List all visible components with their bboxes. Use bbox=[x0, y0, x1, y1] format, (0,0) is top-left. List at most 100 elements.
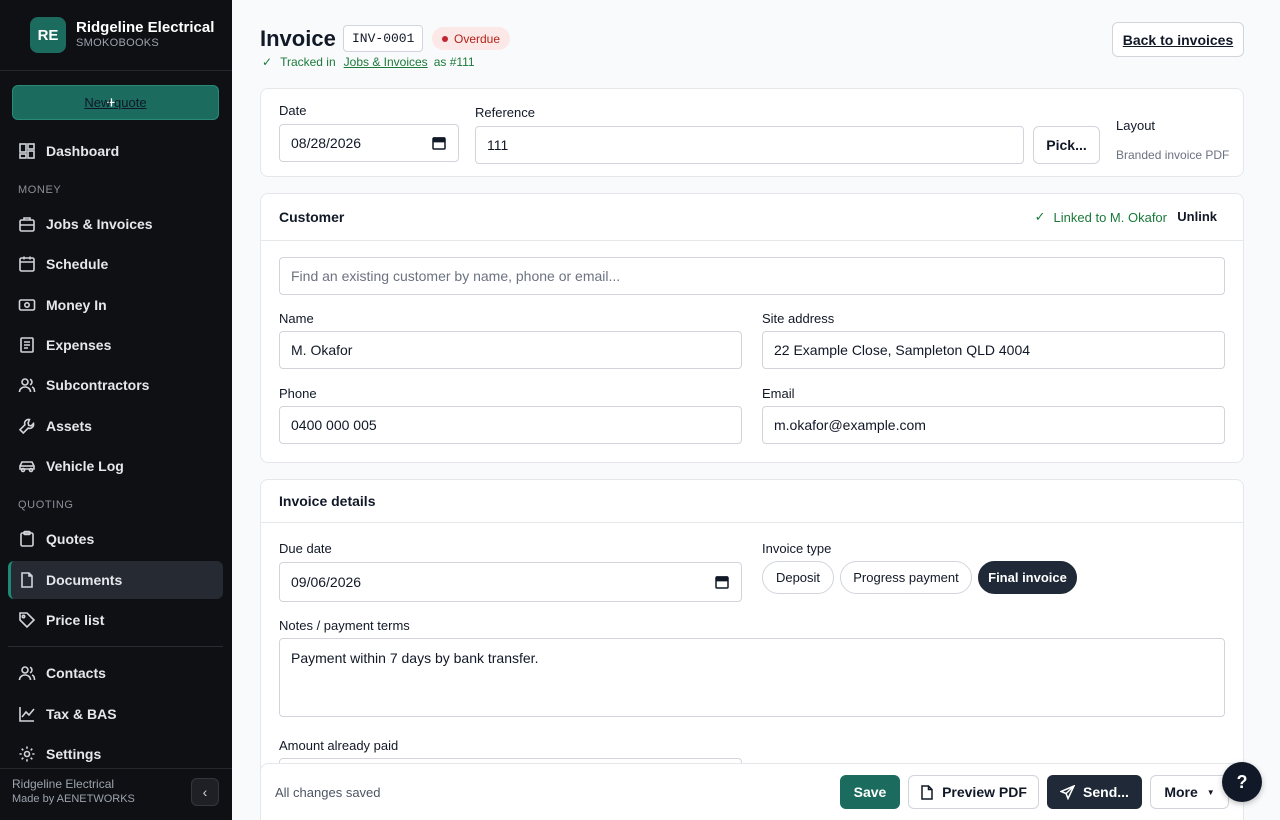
invoice-type-label: Invoice type bbox=[762, 541, 832, 556]
sidebar-item-label: Expenses bbox=[46, 337, 112, 353]
send-label: Send... bbox=[1083, 784, 1129, 800]
name-label: Name bbox=[279, 311, 314, 326]
main-content: Invoice INV-0001 Overdue ✓ Tracked in Jo… bbox=[232, 0, 1280, 820]
amount-paid-label: Amount already paid bbox=[279, 738, 399, 753]
sidebar-item-price-list[interactable]: Price list bbox=[8, 601, 223, 639]
due-date-field[interactable]: 09/06/2026 bbox=[279, 562, 742, 602]
customer-card: Customer ✓ Linked to M. Okafor Unlink Fi… bbox=[260, 193, 1244, 463]
calendar-icon[interactable] bbox=[715, 575, 729, 589]
customer-search-input[interactable]: Find an existing customer by name, phone… bbox=[279, 257, 1225, 295]
sidebar-item-quotes[interactable]: Quotes bbox=[8, 520, 223, 558]
status-dot-icon bbox=[442, 35, 448, 42]
sidebar-item-money-in[interactable]: Money In bbox=[8, 286, 223, 324]
sidebar-footer: Ridgeline Electrical Made by AENETWORKS … bbox=[0, 768, 232, 820]
calendar-icon bbox=[19, 256, 35, 272]
sidebar-item-label: Jobs & Invoices bbox=[46, 216, 153, 232]
site-address-field[interactable]: 22 Example Close, Sampleton QLD 4004 bbox=[762, 331, 1225, 369]
invoice-type-progress[interactable]: Progress payment bbox=[840, 561, 972, 594]
sidebar-item-label: Assets bbox=[46, 418, 92, 434]
status-badge: Overdue bbox=[432, 27, 511, 50]
wrench-icon bbox=[18, 418, 35, 435]
briefcase-icon bbox=[19, 217, 35, 232]
invoice-number: INV-0001 bbox=[343, 25, 424, 52]
phone-label: Phone bbox=[279, 386, 317, 401]
customer-heading: Customer ✓ Linked to M. Okafor Unlink bbox=[261, 194, 1243, 241]
gear-icon bbox=[19, 746, 35, 762]
footer-made-by: Made by AENETWORKS bbox=[12, 793, 135, 805]
invoice-type-deposit[interactable]: Deposit bbox=[762, 561, 834, 594]
invoice-type-final[interactable]: Final invoice bbox=[978, 561, 1077, 594]
notes-label: Notes / payment terms bbox=[279, 618, 410, 633]
tracked-info: ✓ Tracked in Jobs & Invoices as #111 bbox=[262, 55, 475, 69]
back-to-invoices-button[interactable]: Back to invoices bbox=[1112, 22, 1244, 57]
sidebar-item-schedule[interactable]: Schedule bbox=[8, 245, 223, 283]
reference-field[interactable]: 111 bbox=[475, 126, 1024, 164]
sidebar-item-subcontractors[interactable]: Subcontractors bbox=[8, 366, 223, 404]
date-field[interactable]: 08/28/2026 bbox=[279, 124, 459, 162]
sidebar-item-label: Price list bbox=[46, 612, 105, 628]
sidebar-item-label: Subcontractors bbox=[46, 377, 150, 393]
name-field[interactable]: M. Okafor bbox=[279, 331, 742, 369]
sidebar-item-contacts[interactable]: Contacts bbox=[8, 654, 223, 692]
brand-name: Ridgeline Electrical bbox=[76, 19, 215, 36]
new-quote-button[interactable]: + New quote bbox=[12, 85, 219, 120]
dashboard-icon bbox=[19, 143, 35, 159]
sidebar-item-expenses[interactable]: Expenses bbox=[8, 326, 223, 364]
brand-subtitle: SMOKOBOOKS bbox=[76, 37, 160, 49]
sidebar-item-label: Settings bbox=[46, 746, 102, 762]
save-button[interactable]: Save bbox=[840, 775, 900, 809]
chart-line-icon bbox=[19, 707, 35, 722]
invoice-details-card: Invoice details Due date 09/06/2026 Invo… bbox=[260, 479, 1244, 779]
jobs-invoices-link[interactable]: Jobs & Invoices bbox=[344, 55, 428, 69]
due-date-value: 09/06/2026 bbox=[291, 574, 362, 590]
phone-field[interactable]: 0400 000 005 bbox=[279, 406, 742, 444]
invoice-details-heading-label: Invoice details bbox=[279, 493, 376, 509]
unlink-button[interactable]: Unlink bbox=[1177, 209, 1217, 224]
brand-logo: RE bbox=[30, 17, 66, 53]
contacts-icon bbox=[18, 666, 36, 681]
tracked-suffix: as #111 bbox=[433, 55, 475, 69]
sidebar-item-label: Vehicle Log bbox=[46, 458, 124, 474]
tag-icon bbox=[19, 612, 36, 629]
save-status: All changes saved bbox=[275, 785, 381, 800]
layout-value[interactable]: Branded invoice PDF bbox=[1116, 148, 1229, 162]
calendar-icon[interactable] bbox=[432, 136, 446, 150]
section-quoting: QUOTING bbox=[18, 499, 74, 511]
sidebar-item-documents[interactable]: Documents bbox=[8, 561, 223, 599]
linked-label: Linked to M. Okafor bbox=[1053, 209, 1167, 225]
chevron-left-icon: ‹ bbox=[202, 784, 208, 800]
section-money: MONEY bbox=[18, 184, 62, 196]
caret-down-icon: ▼ bbox=[1206, 787, 1215, 797]
linked-status: ✓ Linked to M. Okafor bbox=[1035, 209, 1167, 225]
check-icon: ✓ bbox=[262, 55, 273, 69]
car-icon bbox=[19, 461, 35, 473]
document-icon bbox=[921, 784, 933, 800]
sidebar-item-label: Quotes bbox=[46, 531, 95, 547]
check-icon: ✓ bbox=[1034, 209, 1046, 224]
send-button[interactable]: Send... bbox=[1047, 775, 1142, 809]
page-title: Invoice bbox=[260, 26, 336, 51]
tracked-prefix: Tracked in bbox=[280, 55, 336, 69]
sidebar-item-tax-bas[interactable]: Tax & BAS bbox=[8, 695, 223, 733]
date-label: Date bbox=[279, 103, 307, 118]
reference-label: Reference bbox=[475, 105, 535, 120]
sidebar-divider bbox=[8, 646, 223, 647]
sidebar-item-assets[interactable]: Assets bbox=[8, 407, 223, 445]
footer-company: Ridgeline Electrical bbox=[12, 777, 115, 791]
pick-reference-button[interactable]: Pick... bbox=[1033, 126, 1100, 164]
sidebar-item-dashboard[interactable]: Dashboard bbox=[8, 132, 223, 170]
collapse-sidebar-button[interactable]: ‹ bbox=[191, 778, 219, 806]
notes-textarea[interactable]: Payment within 7 days by bank transfer. bbox=[279, 638, 1225, 717]
sidebar-item-vehicle-log[interactable]: Vehicle Log bbox=[8, 447, 223, 485]
new-quote-label: New quote bbox=[84, 95, 147, 110]
more-menu-button[interactable]: More ▼ bbox=[1150, 775, 1229, 809]
help-button[interactable]: ? bbox=[1222, 762, 1262, 802]
layout-label: Layout bbox=[1116, 118, 1156, 133]
preview-pdf-button[interactable]: Preview PDF bbox=[908, 775, 1039, 809]
sidebar-item-jobs-invoices[interactable]: Jobs & Invoices bbox=[8, 205, 223, 243]
email-field[interactable]: m.okafor@example.com bbox=[762, 406, 1225, 444]
date-value: 08/28/2026 bbox=[291, 135, 362, 151]
preview-pdf-label: Preview PDF bbox=[942, 784, 1027, 800]
send-icon bbox=[1060, 784, 1076, 800]
clipboard-icon bbox=[20, 530, 34, 547]
